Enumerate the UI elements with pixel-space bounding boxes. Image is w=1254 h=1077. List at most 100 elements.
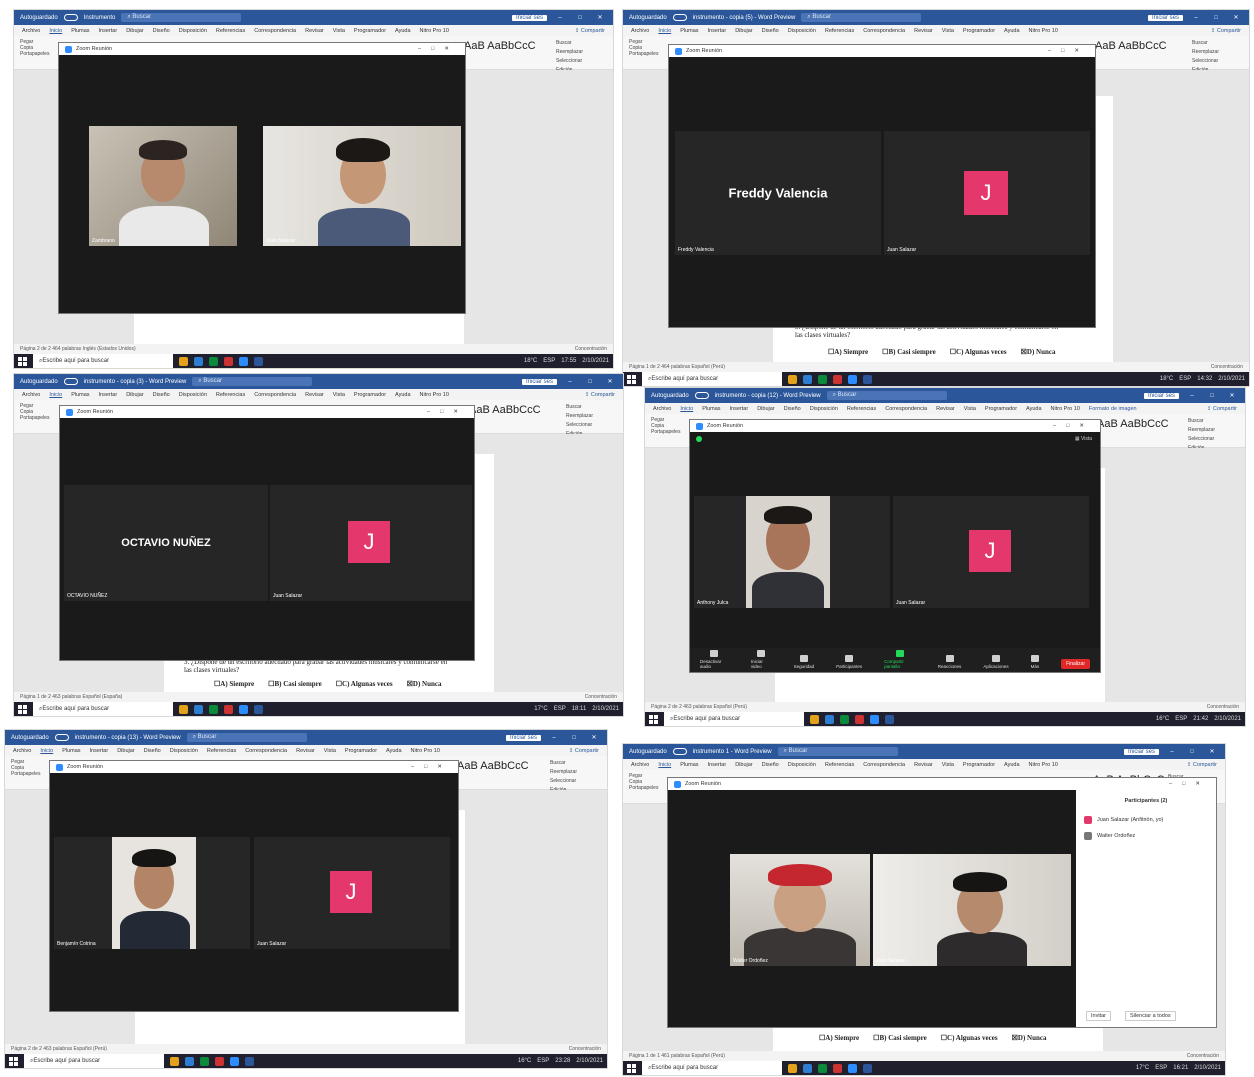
reactions-button[interactable]: Reacciones bbox=[938, 655, 961, 669]
menu-nitro[interactable]: Nitro Pro 10 bbox=[420, 28, 449, 34]
menu-plumas[interactable]: Plumas bbox=[71, 28, 89, 34]
select-button[interactable]: Seleccionar bbox=[550, 777, 577, 786]
minimize-icon[interactable]: – bbox=[563, 379, 577, 385]
zoom-window-controls[interactable]: –□✕ bbox=[418, 46, 459, 52]
menu-nitro[interactable]: Nitro Pro 10 bbox=[420, 392, 449, 398]
menu-vista[interactable]: Vista bbox=[942, 762, 954, 768]
menu-referencias[interactable]: Referencias bbox=[847, 406, 876, 412]
styles-gallery[interactable]: AaB AaBbCcC bbox=[1097, 418, 1169, 430]
menu-ayuda[interactable]: Ayuda bbox=[395, 28, 411, 34]
menu-diseno[interactable]: Diseño bbox=[144, 748, 161, 754]
video-tile[interactable]: Freddy Valencia Freddy Valencia bbox=[675, 131, 881, 255]
find-button[interactable]: Buscar bbox=[550, 759, 577, 768]
replace-button[interactable]: Reemplazar bbox=[566, 412, 593, 421]
menu-plumas[interactable]: Plumas bbox=[702, 406, 720, 412]
menu-inicio[interactable]: Inicio bbox=[40, 748, 53, 754]
taskbar-search[interactable]: ⌕ Escribe aquí para buscar bbox=[642, 1061, 782, 1075]
menu-inicio[interactable]: Inicio bbox=[49, 392, 62, 398]
menu-dibujar[interactable]: Dibujar bbox=[126, 28, 143, 34]
video-tile[interactable]: Benjamín Cotrina bbox=[54, 837, 250, 949]
windows-start-icon[interactable] bbox=[649, 714, 658, 724]
windows-start-icon[interactable] bbox=[627, 1063, 636, 1073]
option-c[interactable]: ☐C) Algunas veces bbox=[336, 680, 393, 688]
system-tray[interactable]: 17°C ESP 16:21 2/10/2021 bbox=[1136, 1065, 1221, 1071]
option-d[interactable]: ☒D) Nunca bbox=[1021, 348, 1056, 356]
menu-dibujar[interactable]: Dibujar bbox=[757, 406, 774, 412]
option-c[interactable]: ☐C) Algunas veces bbox=[941, 1034, 998, 1042]
minimize-icon[interactable]: – bbox=[547, 735, 561, 741]
close-icon[interactable]: ✕ bbox=[603, 378, 617, 385]
menu-inicio[interactable]: Inicio bbox=[49, 28, 62, 34]
menu-inicio[interactable]: Inicio bbox=[658, 28, 671, 34]
menu-inicio[interactable]: Inicio bbox=[658, 762, 671, 768]
system-tray[interactable]: 18°C ESP 14:32 2/10/2021 bbox=[1160, 376, 1245, 382]
option-c[interactable]: ☐C) Algunas veces bbox=[950, 348, 1007, 356]
focus-mode[interactable]: Concentración bbox=[585, 694, 617, 700]
search-box[interactable]: ⌕ Buscar bbox=[121, 13, 242, 22]
system-tray[interactable]: 16°C ESP 21:42 2/10/2021 bbox=[1156, 716, 1241, 722]
participants-button[interactable]: Participantes bbox=[836, 655, 862, 669]
menu-disposicion[interactable]: Disposición bbox=[788, 762, 816, 768]
menu-referencias[interactable]: Referencias bbox=[216, 392, 245, 398]
menu-correspondencia[interactable]: Correspondencia bbox=[863, 28, 905, 34]
menu-programador[interactable]: Programador bbox=[354, 28, 386, 34]
search-box[interactable]: ⌕ Buscar bbox=[777, 747, 898, 756]
menu-vista[interactable]: Vista bbox=[333, 392, 345, 398]
menu-ayuda[interactable]: Ayuda bbox=[1004, 28, 1020, 34]
menu-ayuda[interactable]: Ayuda bbox=[395, 392, 411, 398]
menu-diseno[interactable]: Diseño bbox=[153, 28, 170, 34]
autosave-toggle[interactable] bbox=[672, 748, 687, 755]
menu-diseno[interactable]: Diseño bbox=[762, 28, 779, 34]
option-b[interactable]: ☐B) Casi siempre bbox=[882, 348, 936, 356]
search-box[interactable]: ⌕ Buscar bbox=[826, 391, 947, 400]
close-icon[interactable]: ✕ bbox=[593, 14, 607, 21]
participant-row[interactable]: Juan Salazar (Anfitrión, yo) bbox=[1076, 812, 1216, 828]
more-button[interactable]: Más bbox=[1031, 655, 1039, 669]
menu-correspondencia[interactable]: Correspondencia bbox=[245, 748, 287, 754]
option-d[interactable]: ☒D) Nunca bbox=[407, 680, 442, 688]
share-button[interactable]: ⇪ Compartir bbox=[1211, 28, 1241, 34]
sign-in-button[interactable]: Iniciar ses bbox=[511, 14, 547, 21]
focus-mode[interactable]: Concentración bbox=[569, 1046, 601, 1052]
windows-start-icon[interactable] bbox=[627, 374, 636, 384]
styles-gallery[interactable]: AaB AaBbCcC bbox=[1095, 40, 1167, 52]
taskbar-search[interactable]: ⌕ Escribe aquí para buscar bbox=[33, 702, 173, 716]
menu-dibujar[interactable]: Dibujar bbox=[735, 28, 752, 34]
menu-nitro[interactable]: Nitro Pro 10 bbox=[411, 748, 440, 754]
maximize-icon[interactable]: □ bbox=[1205, 393, 1219, 399]
apps-button[interactable]: Aplicaciones bbox=[983, 655, 1009, 669]
menu-insertar[interactable]: Insertar bbox=[708, 28, 727, 34]
menu-correspondencia[interactable]: Correspondencia bbox=[885, 406, 927, 412]
minimize-icon[interactable]: – bbox=[1185, 393, 1199, 399]
styles-gallery[interactable]: AaB AaBbCcC bbox=[457, 760, 529, 772]
menu-programador[interactable]: Programador bbox=[963, 28, 995, 34]
sign-in-button[interactable]: Iniciar ses bbox=[1143, 392, 1179, 399]
menu-vista[interactable]: Vista bbox=[964, 406, 976, 412]
menu-archivo[interactable]: Archivo bbox=[22, 28, 40, 34]
menu-vista[interactable]: Vista bbox=[324, 748, 336, 754]
maximize-icon[interactable]: □ bbox=[583, 379, 597, 385]
autosave-toggle[interactable] bbox=[63, 378, 78, 385]
share-screen-button[interactable]: Compartir pantalla bbox=[884, 650, 916, 669]
menu-revisar[interactable]: Revisar bbox=[914, 762, 933, 768]
taskbar-apps[interactable] bbox=[179, 704, 263, 714]
video-tile[interactable]: Zambrano bbox=[89, 126, 237, 246]
taskbar-apps[interactable] bbox=[810, 714, 894, 724]
sign-in-button[interactable]: Iniciar ses bbox=[521, 378, 557, 385]
windows-start-icon[interactable] bbox=[9, 1056, 18, 1066]
find-button[interactable]: Buscar bbox=[556, 39, 583, 48]
taskbar-search[interactable]: ⌕ Escribe aquí para buscar bbox=[24, 1054, 164, 1068]
menu-revisar[interactable]: Revisar bbox=[305, 28, 324, 34]
share-button[interactable]: ⇪ Compartir bbox=[585, 392, 615, 398]
focus-mode[interactable]: Concentración bbox=[1187, 1053, 1219, 1059]
option-a[interactable]: ☐A) Siempre bbox=[214, 680, 254, 688]
menu-programador[interactable]: Programador bbox=[963, 762, 995, 768]
autosave-toggle[interactable] bbox=[54, 734, 69, 741]
share-button[interactable]: ⇪ Compartir bbox=[1187, 762, 1217, 768]
replace-button[interactable]: Reemplazar bbox=[556, 48, 583, 57]
menu-disposicion[interactable]: Disposición bbox=[810, 406, 838, 412]
video-tile[interactable]: Juan Salazar bbox=[873, 854, 1071, 966]
minimize-icon[interactable]: – bbox=[1165, 749, 1179, 755]
maximize-icon[interactable]: □ bbox=[1209, 15, 1223, 21]
focus-mode[interactable]: Concentración bbox=[1207, 704, 1239, 710]
